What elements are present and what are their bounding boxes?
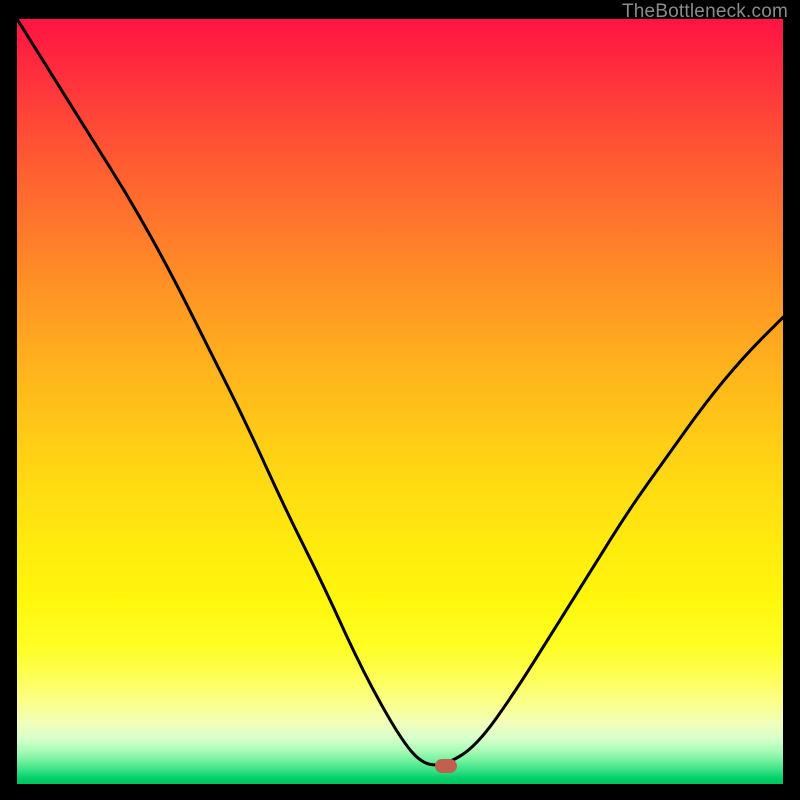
chart-plot-area [17, 19, 783, 784]
chart-frame: TheBottleneck.com [0, 0, 800, 800]
watermark-text: TheBottleneck.com [622, 1, 788, 23]
optimal-point-marker [435, 759, 457, 773]
bottleneck-curve [17, 19, 783, 784]
